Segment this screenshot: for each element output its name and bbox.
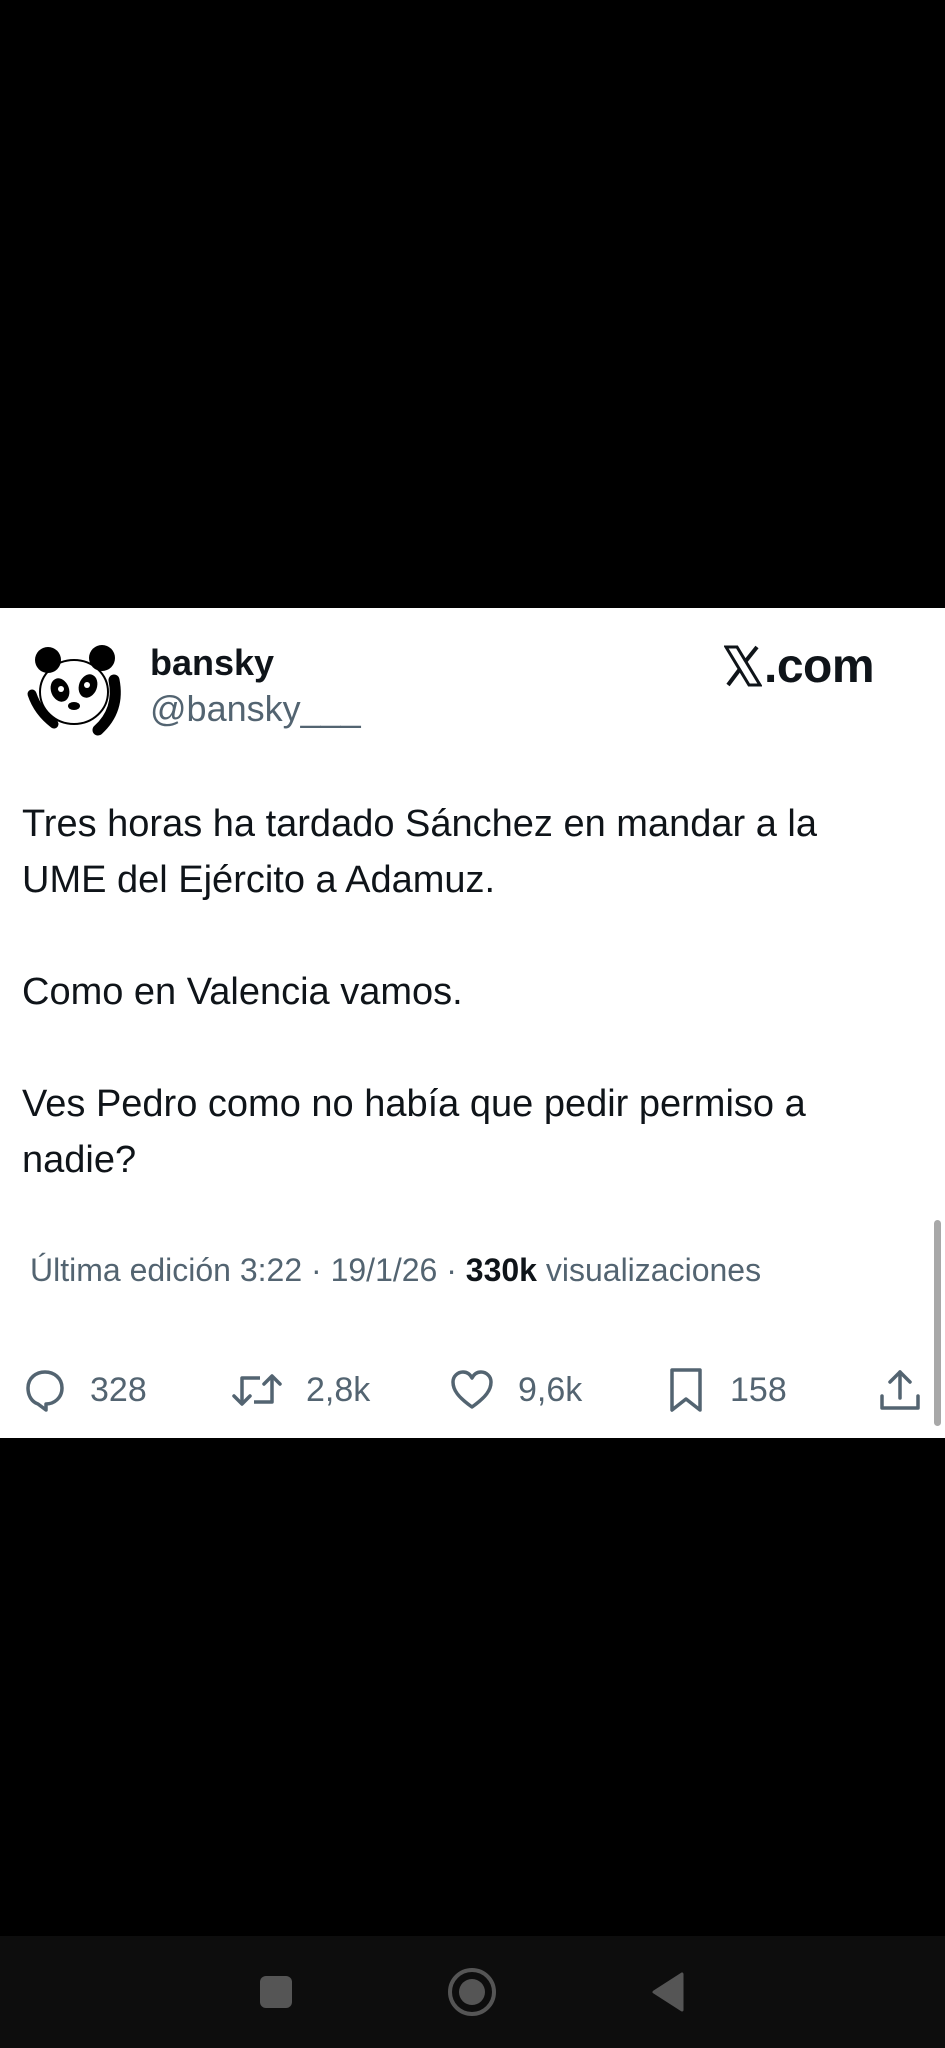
back-button[interactable] — [628, 1936, 708, 2048]
system-navigation-bar — [0, 1936, 945, 2048]
bookmark-count: 158 — [730, 1370, 787, 1409]
tweet-paragraph: Como en Valencia vamos. — [22, 971, 463, 1013]
tweet-paragraph: Ves Pedro como no había que pedir permis… — [22, 1083, 806, 1181]
brand-logo: .com — [724, 636, 875, 696]
tweet-paragraph: Tres horas ha tardado Sánchez en mandar … — [22, 803, 817, 901]
user-handle[interactable]: @bansky___ — [150, 688, 361, 730]
like-count: 9,6k — [518, 1370, 583, 1409]
meta-separator: · — [437, 1252, 466, 1288]
edited-timestamp[interactable]: Última edición 3:22 · 19/1/26 — [30, 1252, 437, 1288]
x-logo-icon — [724, 645, 762, 687]
heart-icon — [451, 1370, 493, 1409]
screen: bansky @bansky___ .com Tres horas ha tar… — [0, 0, 945, 2048]
repost-button[interactable]: 2,8k — [230, 1360, 370, 1420]
bookmark-icon — [670, 1368, 702, 1412]
tweet-card[interactable]: bansky @bansky___ .com Tres horas ha tar… — [0, 608, 945, 1438]
reply-icon — [26, 1370, 64, 1412]
reply-count: 328 — [90, 1370, 147, 1409]
tweet-metadata: Última edición 3:22 · 19/1/26 · 330k vis… — [30, 1252, 761, 1289]
triangle-back-icon — [652, 1972, 684, 2012]
bookmark-button[interactable]: 158 — [664, 1360, 787, 1420]
circle-icon — [448, 1968, 496, 2016]
views-label: visualizaciones — [545, 1252, 762, 1288]
display-name[interactable]: bansky — [150, 642, 274, 684]
tweet-text: Tres horas ha tardado Sánchez en mandar … — [22, 796, 902, 1188]
like-button[interactable]: 9,6k — [448, 1360, 582, 1420]
reply-button[interactable]: 328 — [20, 1360, 147, 1420]
home-button[interactable] — [432, 1936, 512, 2048]
share-button[interactable] — [876, 1360, 924, 1420]
views-count: 330k — [465, 1252, 537, 1288]
brand-text: .com — [764, 639, 875, 693]
panda-icon[interactable] — [18, 632, 130, 744]
action-bar: 328 2,8k 9,6k 158 — [0, 1360, 945, 1420]
share-icon — [880, 1370, 920, 1410]
square-icon — [260, 1976, 292, 2008]
repost-icon — [232, 1374, 282, 1406]
repost-count: 2,8k — [306, 1370, 371, 1409]
recents-button[interactable] — [236, 1936, 316, 2048]
